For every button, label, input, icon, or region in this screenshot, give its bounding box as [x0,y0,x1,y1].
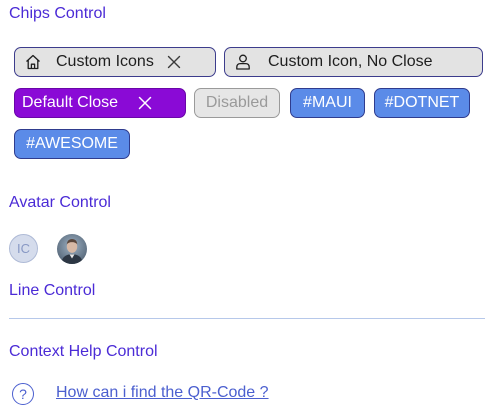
close-icon[interactable] [138,96,152,110]
chips-control-title: Chips Control [9,5,106,22]
chip-maui[interactable]: #MAUI [290,88,365,118]
chip-label: Default Close [22,94,119,111]
chip-label: Custom Icon, No Close [268,53,433,70]
divider-line [9,318,485,319]
chip-dotnet[interactable]: #DOTNET [374,88,470,118]
chip-label: #AWESOME [26,135,118,152]
person-photo-icon [57,234,87,264]
avatar-initials[interactable]: IC [9,234,38,263]
close-icon[interactable] [167,55,181,69]
home-icon [24,53,42,71]
chip-custom-icons[interactable]: Custom Icons [14,47,216,77]
chip-label: Disabled [205,94,269,111]
avatar-control-title: Avatar Control [9,194,111,211]
chip-label: #DOTNET [384,94,460,111]
chip-label: #MAUI [303,94,352,111]
question-icon[interactable]: ? [12,383,34,405]
chip-disabled: Disabled [194,88,280,118]
chip-label: Custom Icons [56,53,154,70]
question-glyph: ? [19,386,27,402]
person-icon [234,53,252,71]
context-help-title: Context Help Control [9,343,158,360]
help-link[interactable]: How can i find the QR-Code ? [56,384,269,402]
avatar-photo[interactable] [57,234,87,264]
chip-default-close[interactable]: Default Close [14,88,186,118]
line-control-title: Line Control [9,282,96,299]
chip-awesome[interactable]: #AWESOME [14,129,130,159]
chip-custom-icon-no-close[interactable]: Custom Icon, No Close [224,47,483,77]
